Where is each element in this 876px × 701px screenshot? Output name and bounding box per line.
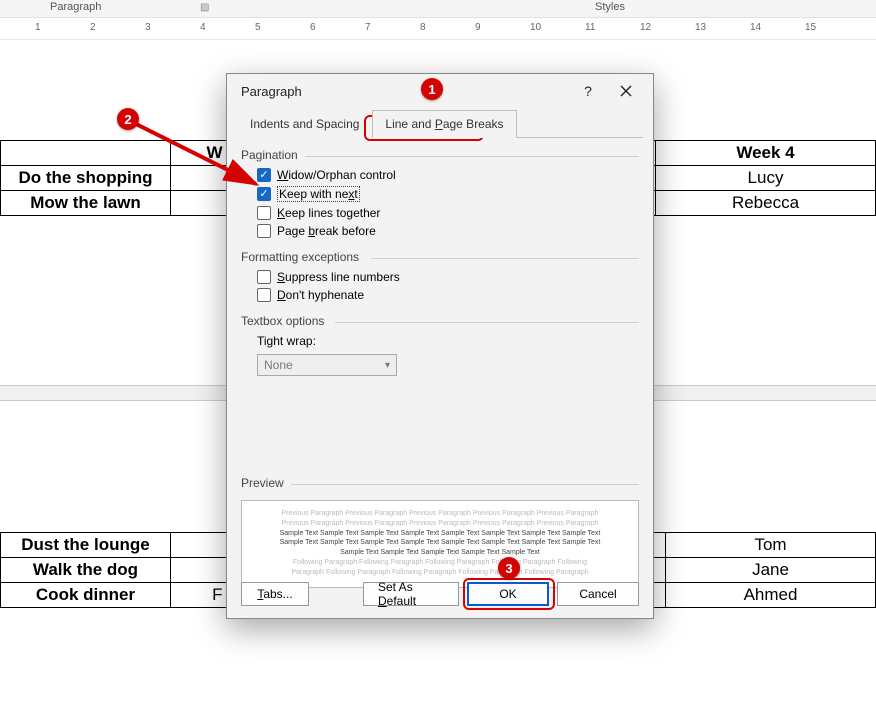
preview-box: Previous Paragraph Previous Paragraph Pr… bbox=[241, 500, 639, 588]
annotation-badge-3: 3 bbox=[498, 557, 520, 579]
checkbox-keep-lines-together[interactable]: Keep lines together bbox=[227, 204, 653, 222]
section-formatting-exceptions: Formatting exceptions bbox=[227, 240, 653, 268]
ruler-tick: 4 bbox=[200, 22, 206, 33]
checkbox-widow-orphan[interactable]: Widow/Orphan control bbox=[227, 166, 653, 184]
dialog-title: Paragraph bbox=[241, 84, 569, 99]
tight-wrap-label: Tight wrap: bbox=[227, 332, 653, 350]
task-cell: Cook dinner bbox=[1, 583, 171, 608]
ruler-tick: 5 bbox=[255, 22, 261, 33]
chevron-down-icon: ▾ bbox=[385, 360, 390, 371]
annotation-badge-2: 2 bbox=[117, 108, 139, 130]
checkbox-label: Suppress line numbers bbox=[277, 270, 400, 284]
tabs-button[interactable]: Tabs... bbox=[241, 582, 309, 606]
annotation-arrow bbox=[130, 118, 270, 198]
dialog-launcher-icon[interactable]: ▧ bbox=[200, 2, 209, 13]
ruler-tick: 11 bbox=[585, 22, 595, 33]
checkbox-suppress-line-numbers[interactable]: Suppress line numbers bbox=[227, 268, 653, 286]
checkbox-icon[interactable] bbox=[257, 270, 271, 284]
select-value: None bbox=[264, 358, 293, 372]
ruler-tick: 13 bbox=[695, 22, 706, 33]
cell: Tom bbox=[666, 533, 876, 558]
ribbon-group-styles: Styles bbox=[595, 1, 625, 13]
dialog-tabs: Indents and Spacing Line and Page Breaks bbox=[227, 108, 653, 138]
set-as-default-button[interactable]: Set As Default bbox=[363, 582, 459, 606]
dialog-button-row: Tabs... Set As Default OK Cancel bbox=[227, 582, 653, 606]
button-label: Set As Default bbox=[378, 580, 444, 608]
section-textbox-options: Textbox options bbox=[227, 304, 653, 332]
checkbox-label: Keep with next bbox=[277, 186, 360, 202]
cancel-button[interactable]: Cancel bbox=[557, 582, 639, 606]
paragraph-dialog: Paragraph ? Indents and Spacing Line and… bbox=[226, 73, 654, 619]
ruler-tick: 12 bbox=[640, 22, 651, 33]
ok-button[interactable]: OK bbox=[467, 582, 549, 606]
checkbox-page-break-before[interactable]: Page break before bbox=[227, 222, 653, 240]
ruler-tick: 2 bbox=[90, 22, 96, 33]
ruler-tick: 14 bbox=[750, 22, 761, 33]
ruler-tick: 10 bbox=[530, 22, 541, 33]
ribbon-group-paragraph: Paragraph bbox=[50, 1, 101, 13]
ruler-tick: 3 bbox=[145, 22, 151, 33]
cell: Lucy bbox=[656, 166, 876, 191]
checkbox-dont-hyphenate[interactable]: Don't hyphenate bbox=[227, 286, 653, 304]
close-icon bbox=[620, 85, 632, 97]
checkbox-icon[interactable] bbox=[257, 288, 271, 302]
task-cell: Dust the lounge bbox=[1, 533, 171, 558]
checkbox-label: Page break before bbox=[277, 224, 376, 238]
ribbon-groups: Paragraph ▧ Styles bbox=[0, 0, 876, 18]
close-button[interactable] bbox=[607, 76, 645, 106]
cell: Rebecca bbox=[656, 191, 876, 216]
cell: Ahmed bbox=[666, 583, 876, 608]
button-label: OK bbox=[499, 587, 516, 601]
ruler-tick: 7 bbox=[365, 22, 371, 33]
button-label: Tabs... bbox=[257, 587, 292, 601]
checkbox-label: Don't hyphenate bbox=[277, 288, 364, 302]
section-preview: Preview bbox=[227, 466, 653, 494]
tab-label: Line and Page Breaks bbox=[385, 117, 503, 131]
ruler-tick: 9 bbox=[475, 22, 481, 33]
ruler-tick: 8 bbox=[420, 22, 426, 33]
cell: F bbox=[171, 583, 231, 608]
header-week4: Week 4 bbox=[656, 141, 876, 166]
checkbox-icon[interactable] bbox=[257, 206, 271, 220]
checkbox-label: Keep lines together bbox=[277, 206, 380, 220]
button-label: Cancel bbox=[579, 587, 616, 601]
tab-line-page-breaks[interactable]: Line and Page Breaks bbox=[372, 110, 516, 138]
ruler-tick: 15 bbox=[805, 22, 816, 33]
checkbox-keep-with-next[interactable]: Keep with next bbox=[227, 184, 653, 204]
checkbox-label: Widow/Orphan control bbox=[277, 168, 396, 182]
ruler-tick: 1 bbox=[35, 22, 41, 33]
cell: Jane bbox=[666, 558, 876, 583]
tight-wrap-select: None ▾ bbox=[257, 354, 397, 376]
section-pagination: Pagination bbox=[227, 138, 653, 166]
horizontal-ruler[interactable]: 1 2 3 4 5 6 7 8 9 10 11 12 13 14 15 bbox=[0, 18, 876, 40]
ruler-tick: 6 bbox=[310, 22, 316, 33]
annotation-badge-1: 1 bbox=[421, 78, 443, 100]
help-button[interactable]: ? bbox=[569, 76, 607, 106]
checkbox-icon[interactable] bbox=[257, 224, 271, 238]
task-cell: Walk the dog bbox=[1, 558, 171, 583]
